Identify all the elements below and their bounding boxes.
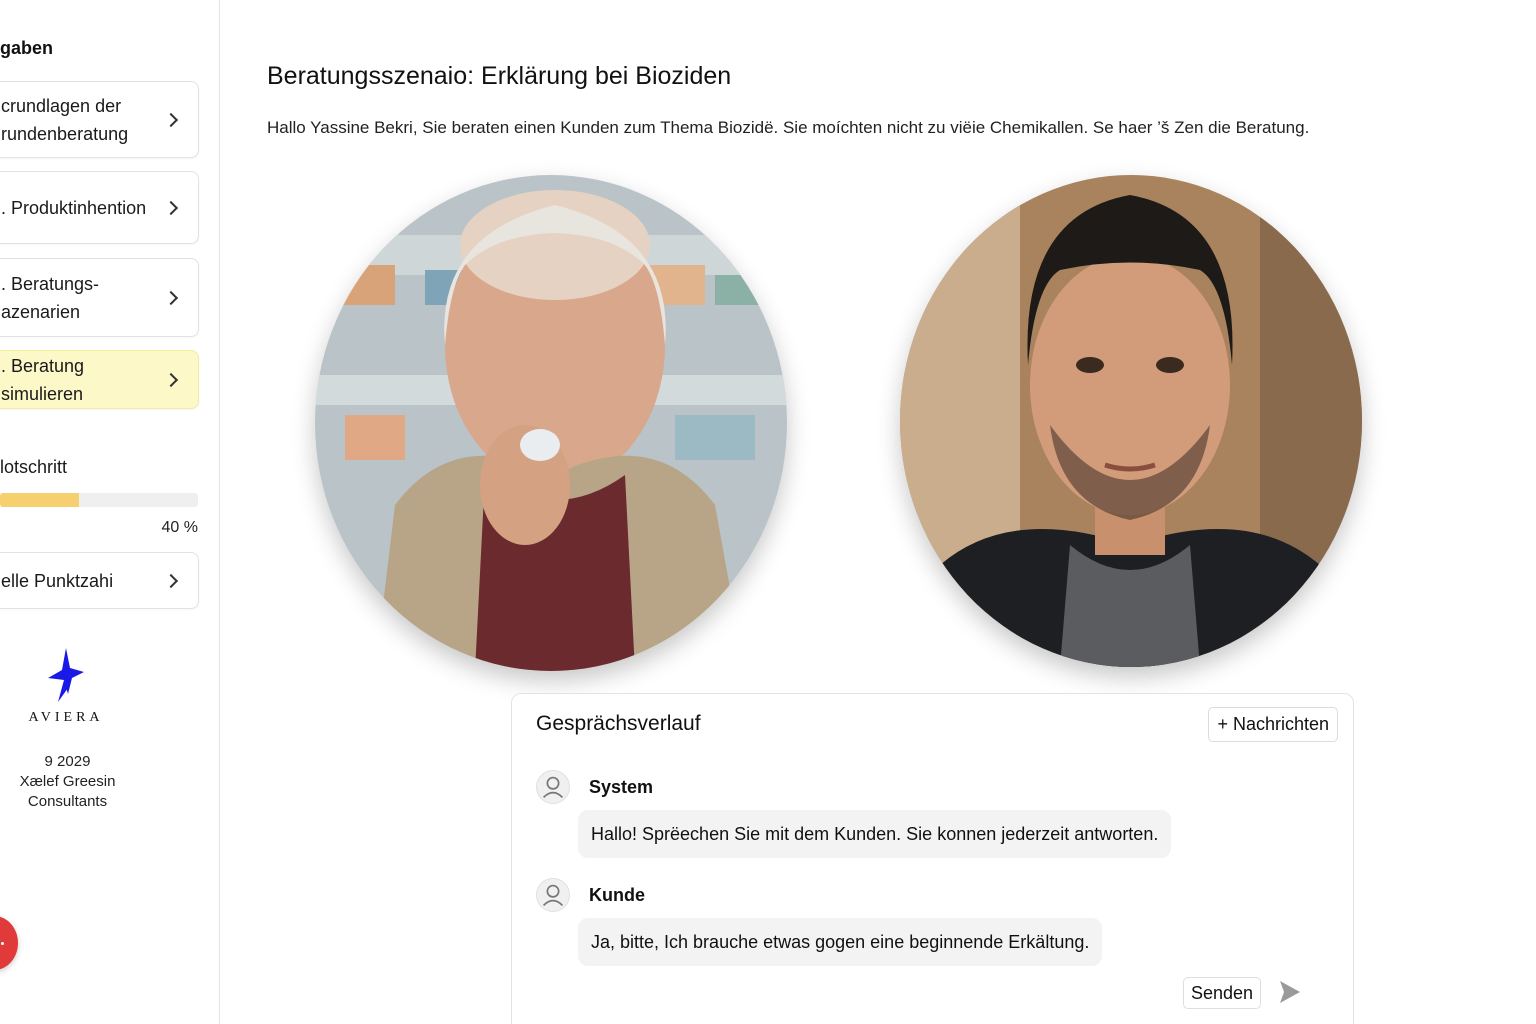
new-message-button[interactable]: + Nachrichten: [1208, 707, 1338, 742]
sidebar: gaben crundlagen der rundenberatung . Pr…: [0, 0, 220, 1024]
progress-bar-fill: [0, 493, 80, 507]
message-bubble: Ja, bitte, Ich brauche etwas gogen eine …: [578, 918, 1103, 966]
advisor-portrait-image: [900, 175, 1362, 667]
intro-text: Hallo Yassine Bekri, Sie beraten einen K…: [267, 118, 1310, 137]
chevron-right-icon: [163, 112, 179, 127]
message-bubble: Hallo! Sprëechen Sie mit dem Kunden. Sie…: [578, 810, 1172, 858]
sidebar-heading: gaben: [0, 38, 54, 58]
sidebar-item-simulieren[interactable]: . Beratung simulieren: [0, 350, 199, 409]
customer-portrait: [315, 175, 787, 671]
sidebar-item-label: . Produktinhention: [1, 197, 147, 218]
sidebar-item-label: . Beratungs- azenarien: [1, 273, 100, 322]
sidebar-item-szenarien[interactable]: . Beratungs- azenarien: [0, 258, 199, 337]
chevron-right-icon: [163, 200, 179, 215]
chevron-right-icon: [163, 372, 179, 387]
chat-title: Gesprächsverlauf: [536, 712, 701, 735]
chevron-right-icon: [163, 573, 179, 588]
progress-bar: [0, 493, 198, 507]
brand-logo: AVIERA: [22, 648, 110, 726]
advisor-portrait: [900, 175, 1362, 667]
bird-logo-icon: [48, 648, 84, 702]
customer-portrait-image: [315, 175, 787, 671]
message-sender: System: [589, 777, 654, 797]
floating-action-button[interactable]: [0, 916, 18, 970]
message-sender: Kunde: [589, 885, 645, 905]
fab-dot-icon: [1, 942, 4, 945]
progress-percent: 40 %: [161, 519, 198, 536]
page-title: Beratungsszenaio: Erklärung bei Bioziden: [267, 62, 732, 90]
sidebar-item-label: elle Punktzahi: [1, 570, 114, 591]
logo-wordmark: AVIERA: [28, 710, 104, 725]
user-avatar-icon: [536, 878, 570, 912]
footer-copyright: 9 2029 Xælef Greesin Consultants: [19, 753, 116, 810]
progress-label: lotschritt: [0, 457, 68, 477]
sidebar-item-grundlagen[interactable]: crundlagen der rundenberatung: [0, 81, 199, 158]
sidebar-item-produkt[interactable]: . Produktinhention: [0, 171, 199, 244]
chevron-right-icon: [163, 290, 179, 305]
user-avatar-icon: [536, 770, 570, 804]
send-arrow-icon[interactable]: [1278, 979, 1302, 1005]
sidebar-item-label: . Beratung simulieren: [1, 355, 85, 404]
sidebar-item-label: crundlagen der rundenberatung: [1, 95, 129, 144]
chat-panel: Gesprächsverlauf + Nachrichten System Ha…: [511, 693, 1354, 1024]
sidebar-item-punktzahl[interactable]: elle Punktzahi: [0, 552, 199, 609]
send-button[interactable]: Senden: [1183, 977, 1262, 1009]
